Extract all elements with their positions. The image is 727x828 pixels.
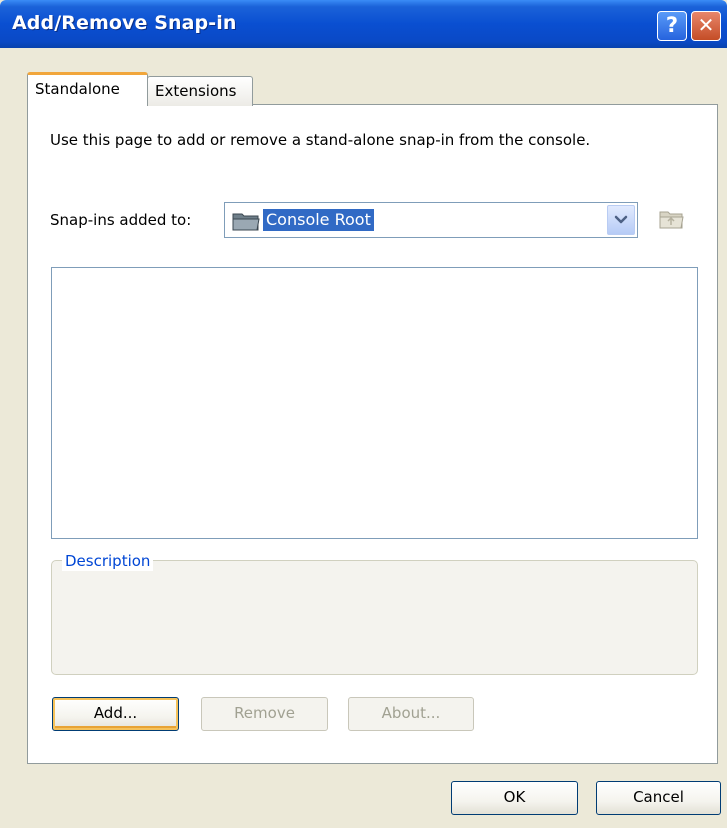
title-bar[interactable]: Add/Remove Snap-in ? ✕ <box>0 0 727 48</box>
combobox-selected-value: Console Root <box>263 209 374 231</box>
remove-button[interactable]: Remove <box>201 697 328 731</box>
intro-text: Use this page to add or remove a stand-a… <box>50 131 591 149</box>
cancel-button[interactable]: Cancel <box>596 781 721 815</box>
about-button[interactable]: About... <box>348 697 474 731</box>
window-title: Add/Remove Snap-in <box>12 12 237 34</box>
close-button[interactable]: ✕ <box>691 11 721 41</box>
add-button[interactable]: Add... <box>52 697 179 731</box>
description-legend: Description <box>62 551 154 571</box>
snapins-added-to-combobox[interactable]: Console Root <box>224 202 638 238</box>
up-folder-icon[interactable] <box>658 208 684 230</box>
help-button[interactable]: ? <box>657 11 687 41</box>
tab-standalone[interactable]: Standalone <box>27 72 148 106</box>
ok-button[interactable]: OK <box>451 781 578 815</box>
description-groupbox <box>51 560 698 675</box>
tab-extensions[interactable]: Extensions <box>147 76 253 106</box>
snapin-list[interactable] <box>51 267 698 539</box>
snapins-added-to-label: Snap-ins added to: <box>50 211 192 229</box>
folder-icon <box>232 213 260 231</box>
chevron-down-icon <box>614 215 628 224</box>
dropdown-button[interactable] <box>607 205 635 235</box>
add-remove-snapin-dialog: Add/Remove Snap-in ? ✕ Standalone Extens… <box>0 0 727 828</box>
